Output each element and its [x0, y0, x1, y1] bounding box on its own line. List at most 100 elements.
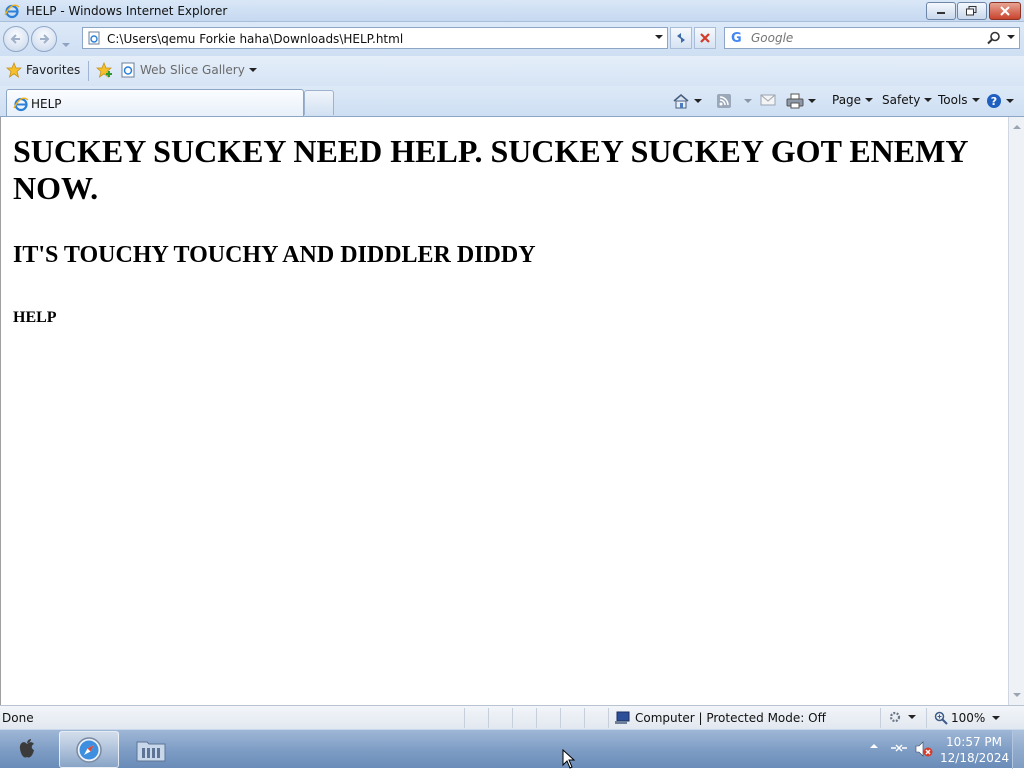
page-heading-1: SUCKEY SUCKEY NEED HELP. SUCKEY SUCKEY G… [13, 133, 968, 206]
restore-button[interactable] [957, 2, 987, 20]
help-icon: ? [987, 94, 1001, 108]
page-menu-label: Page [832, 93, 862, 107]
ie-logo-icon [4, 4, 20, 19]
favorites-bar: Favorites Web Slice Gallery [0, 56, 1024, 86]
close-window-button[interactable] [989, 2, 1021, 20]
library-folder-icon [136, 741, 166, 761]
tools-menu-label: Tools [938, 93, 968, 107]
show-hidden-icons-button[interactable] [870, 744, 878, 748]
status-divider [464, 708, 465, 728]
search-options-dropdown-icon[interactable] [1007, 35, 1015, 39]
computer-icon [615, 711, 630, 724]
page-heading-4: HELP [13, 309, 57, 326]
feeds-button[interactable] [716, 93, 752, 109]
tab-help[interactable]: HELP [6, 89, 304, 116]
address-bar-row: C:\Users\qemu Forkie haha\Downloads\HELP… [0, 22, 1024, 56]
start-logo-icon [19, 739, 34, 758]
forward-button[interactable] [31, 26, 57, 52]
magnifier-icon[interactable] [987, 31, 1001, 45]
recent-pages-dropdown[interactable] [62, 36, 70, 50]
chevron-down-icon [744, 99, 752, 103]
chevron-down-icon [865, 98, 874, 102]
svg-text:?: ? [991, 95, 997, 108]
status-bar: Done Computer | Protected Mode: Off 100% [0, 705, 1024, 729]
page-icon [88, 31, 100, 45]
add-to-favorites-icon[interactable] [96, 62, 114, 78]
ie-page-icon [121, 62, 135, 78]
status-divider [926, 708, 927, 728]
window-title: HELP - Windows Internet Explorer [26, 4, 228, 18]
status-divider [512, 708, 513, 728]
favorites-label: Favorites [26, 63, 81, 77]
forward-arrow-icon [40, 34, 50, 44]
read-mail-button[interactable] [760, 93, 776, 107]
back-arrow-icon [10, 34, 20, 44]
search-input[interactable] [749, 30, 979, 46]
title-bar: HELP - Windows Internet Explorer [0, 0, 1024, 22]
restore-icon [966, 6, 977, 16]
address-dropdown-icon[interactable] [655, 35, 663, 39]
page-content: SUCKEY SUCKEY NEED HELP. SUCKEY SUCKEY G… [0, 117, 1008, 705]
refresh-icon [677, 33, 685, 43]
home-button[interactable] [672, 93, 702, 109]
zoom-label: 100% [951, 711, 986, 725]
chevron-down-icon [808, 99, 816, 103]
chevron-down-icon [248, 68, 257, 72]
status-text: Done [2, 711, 34, 725]
close-icon [1000, 6, 1010, 16]
system-clock[interactable]: 10:57 PM 12/18/2024 [940, 734, 1010, 766]
back-button[interactable] [3, 26, 29, 52]
tab-label: HELP [31, 97, 62, 111]
taskbar-files-button[interactable] [128, 732, 174, 767]
security-zone[interactable]: Computer | Protected Mode: Off [614, 711, 826, 725]
chevron-down-icon [971, 98, 980, 102]
clock-date: 12/18/2024 [940, 751, 1010, 765]
toolbar-separator [88, 61, 89, 81]
help-menu[interactable]: ? [986, 93, 1014, 109]
safety-menu[interactable]: Safety [882, 93, 933, 107]
status-divider [488, 708, 489, 728]
scroll-down-icon[interactable] [1013, 693, 1021, 697]
status-divider [536, 708, 537, 728]
chevron-down-icon [62, 43, 70, 47]
search-field[interactable]: G [724, 27, 1020, 49]
web-slice-gallery-link[interactable]: Web Slice Gallery [120, 62, 257, 78]
star-icon [6, 62, 22, 78]
minimize-button[interactable] [926, 2, 956, 20]
status-divider [584, 708, 585, 728]
url-text: C:\Users\qemu Forkie haha\Downloads\HELP… [107, 32, 404, 46]
favorites-button[interactable]: Favorites [6, 62, 80, 78]
zoom-dropdown-icon[interactable] [992, 716, 1000, 720]
rss-icon [717, 94, 731, 108]
taskbar-browser-button[interactable] [59, 731, 119, 768]
page-menu[interactable]: Page [832, 93, 874, 107]
mail-icon [760, 94, 776, 106]
start-button[interactable] [10, 736, 44, 764]
tools-menu[interactable]: Tools [938, 93, 980, 107]
address-field[interactable]: C:\Users\qemu Forkie haha\Downloads\HELP… [82, 27, 668, 49]
volume-muted-icon[interactable] [914, 740, 934, 758]
stop-button[interactable] [694, 27, 716, 49]
google-icon: G [731, 31, 742, 46]
new-tab-button[interactable] [304, 90, 334, 115]
refresh-button[interactable] [670, 27, 692, 49]
home-icon [673, 93, 689, 109]
ie-logo-icon [13, 97, 29, 112]
tab-row: HELP Page Safety Tools ? [0, 86, 1024, 117]
chevron-down-icon [908, 715, 916, 719]
status-divider [608, 708, 609, 728]
scroll-up-icon[interactable] [1013, 125, 1021, 129]
printer-icon [786, 93, 804, 109]
zoom-magnifier-icon [934, 711, 948, 725]
minimize-icon [937, 12, 945, 14]
protected-mode-button[interactable] [888, 710, 916, 724]
compass-icon [76, 736, 102, 763]
vertical-scrollbar[interactable] [1008, 117, 1024, 705]
print-button[interactable] [786, 93, 816, 109]
show-desktop-button[interactable] [1012, 730, 1024, 769]
page-heading-2: IT'S TOUCHY TOUCHY AND DIDDLER DIDDY [13, 242, 536, 268]
stop-icon [700, 33, 710, 43]
network-icon[interactable] [890, 740, 908, 756]
zoom-level[interactable]: 100% [934, 711, 985, 725]
taskbar: 10:57 PM 12/18/2024 [0, 729, 1024, 769]
